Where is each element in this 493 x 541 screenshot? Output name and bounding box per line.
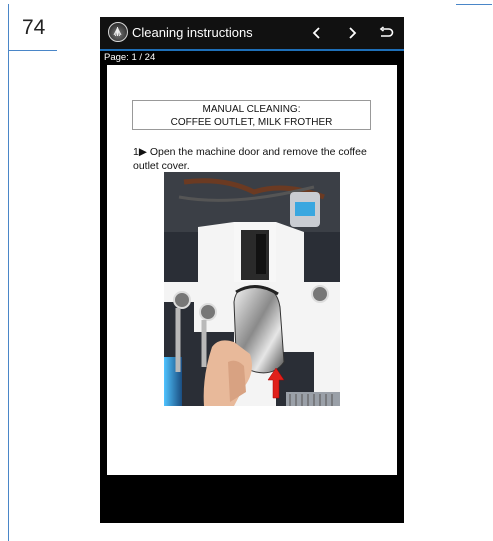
page-top-rule (456, 4, 492, 5)
back-button[interactable] (374, 21, 398, 45)
chevron-right-icon (349, 27, 357, 39)
chevron-left-icon (312, 27, 320, 39)
screen-bottom-area (100, 475, 404, 523)
app-title: Cleaning instructions (132, 25, 253, 40)
app-logo-icon (108, 22, 128, 42)
document-page[interactable]: MANUAL CLEANING: COFFEE OUTLET, MILK FRO… (107, 65, 397, 475)
device-screen: Cleaning instructions Page: 1 / 24 MANUA… (100, 17, 404, 523)
page-number-underline (9, 50, 57, 51)
page-number: 74 (22, 16, 46, 39)
back-arrow-icon (379, 26, 394, 37)
step-instruction: 1▶ Open the machine door and remove the … (133, 146, 367, 172)
page-left-rule (8, 4, 9, 541)
heading-line-1: MANUAL CLEANING: (202, 104, 301, 115)
previous-page-button[interactable] (305, 21, 329, 45)
page-bar: Page: 1 / 24 (100, 51, 404, 65)
heading-line-2: COFFEE OUTLET, MILK FROTHER (170, 117, 333, 128)
page-indicator: Page: 1 / 24 (104, 52, 156, 63)
document-heading-box: MANUAL CLEANING: COFFEE OUTLET, MILK FRO… (132, 100, 371, 130)
next-page-button[interactable] (340, 21, 364, 45)
app-header: Cleaning instructions (100, 17, 404, 49)
instruction-photo (164, 172, 340, 406)
